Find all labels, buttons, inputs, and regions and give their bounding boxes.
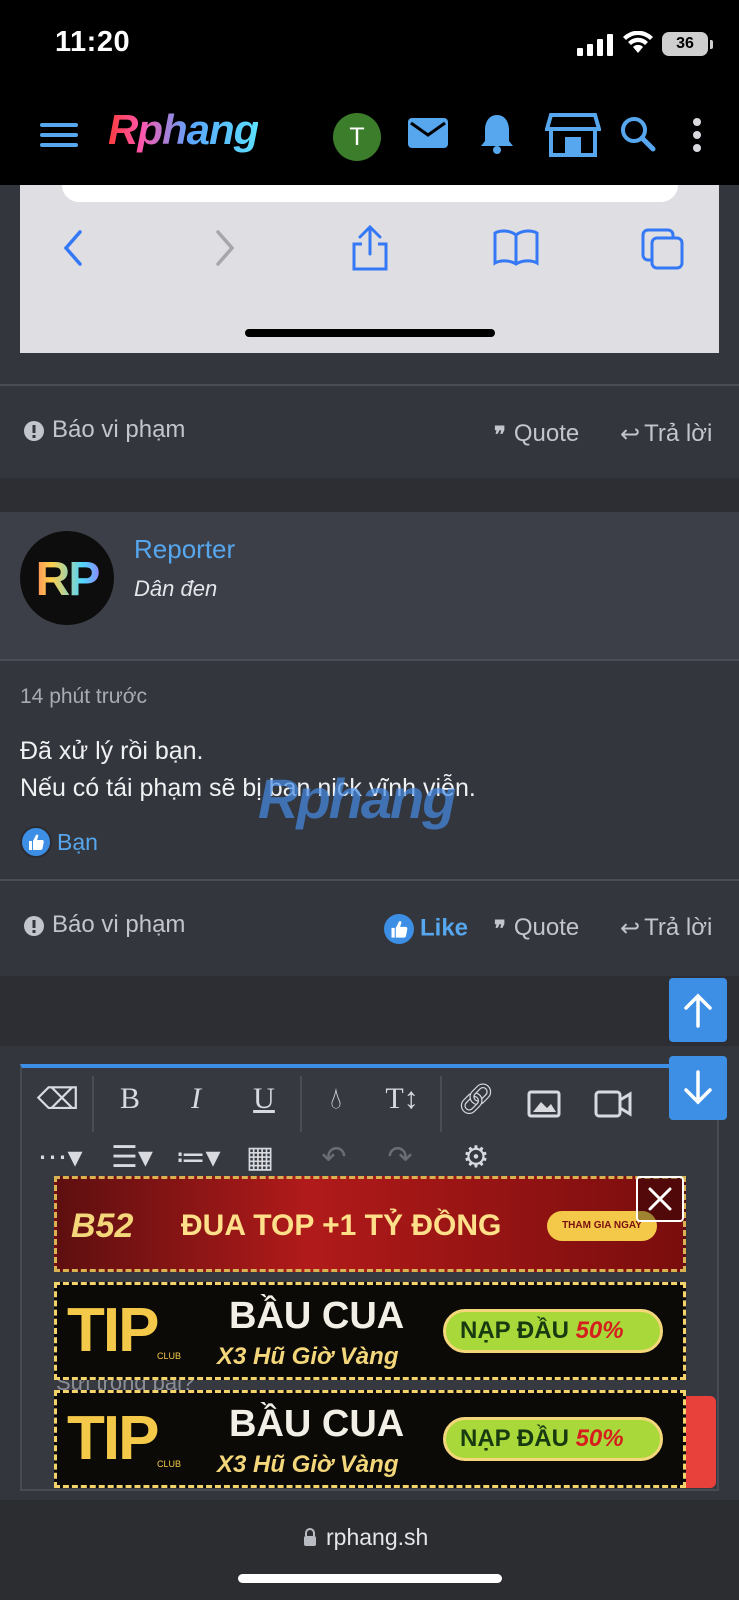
italic-icon[interactable]: I [174, 1082, 218, 1116]
store-icon[interactable] [545, 111, 601, 159]
like-reaction-icon [20, 826, 52, 858]
alert-icon [24, 915, 44, 936]
text-color-icon[interactable]: 💧︎ [314, 1082, 358, 1116]
ad-brand-sub: CLUB [157, 1351, 182, 1361]
reply-button[interactable]: ↩ Trả lời [620, 420, 712, 449]
mail-icon[interactable] [407, 117, 449, 149]
bold-icon[interactable]: B [108, 1082, 152, 1116]
like-icon [384, 914, 414, 944]
tabs-icon [641, 228, 685, 270]
reply-label: Trả lời [644, 420, 713, 447]
ad-cta-pct: 50% [575, 1425, 624, 1452]
reply-icon: ↩ [620, 915, 641, 943]
ad-cta-pct: 50% [575, 1317, 624, 1344]
ad-cta-prefix: NẠP ĐẦU [460, 1317, 569, 1344]
close-ad-icon[interactable] [636, 1176, 684, 1222]
align-icon[interactable]: ☰▾ [106, 1140, 158, 1175]
link-icon[interactable]: 🔗︎ [454, 1082, 498, 1117]
image-icon[interactable] [527, 1090, 561, 1118]
battery-nub [710, 40, 713, 49]
url-text[interactable]: rphang.sh [326, 1524, 428, 1551]
quote-label: Quote [513, 420, 580, 447]
report-link[interactable]: Báo vi phạm [24, 911, 185, 939]
post-body-line: Đã xử lý rồi bạn. [20, 737, 204, 765]
table-icon[interactable]: ▦ [238, 1140, 282, 1175]
divider [0, 384, 739, 386]
ad-title: BẦU CUA [229, 1403, 405, 1445]
ad-cta-prefix: NẠP ĐẦU [460, 1425, 569, 1452]
embedded-home-indicator [245, 329, 495, 337]
forward-arrow-icon [214, 230, 236, 266]
ad-banner-b52[interactable]: B52 ĐUA TOP +1 TỶ ĐỒNG THAM GIA NGAY [54, 1176, 686, 1272]
author-name[interactable]: Reporter [134, 534, 235, 565]
section-gap [0, 976, 739, 1046]
eraser-icon[interactable]: ⌫ [36, 1082, 80, 1117]
undo-icon[interactable]: ↶ [312, 1140, 356, 1175]
site-logo[interactable]: Rphang [108, 106, 259, 154]
logo-watermark: Rphang [258, 767, 456, 830]
search-icon[interactable] [620, 116, 656, 152]
lock-icon [303, 1528, 317, 1546]
embedded-address-bar [62, 185, 678, 202]
hamburger-menu-icon[interactable] [40, 121, 78, 149]
redo-icon[interactable]: ↷ [378, 1140, 422, 1175]
bookmarks-icon [492, 228, 540, 266]
alert-icon [24, 420, 44, 441]
ad-subtitle: X3 Hũ Giờ Vàng [217, 1343, 399, 1370]
ad-banner-tip[interactable]: TIP CLUB BẦU CUA X3 Hũ Giờ Vàng NẠP ĐẦU … [54, 1282, 686, 1380]
quote-icon: ❞ [494, 421, 506, 447]
cellular-signal-icon [577, 34, 613, 56]
back-arrow-icon [62, 230, 84, 266]
ad-title: BẦU CUA [229, 1295, 405, 1337]
quote-button[interactable]: ❞ Quote [494, 420, 579, 448]
user-title: Dân đen [134, 576, 218, 601]
divider [0, 879, 739, 881]
scroll-to-bottom-button[interactable] [669, 1056, 727, 1120]
more-formatting-icon[interactable]: ⋯▾ [34, 1140, 86, 1175]
ad-headline: ĐUA TOP +1 TỶ ĐỒNG [181, 1209, 502, 1242]
settings-gear-icon[interactable]: ⚙ [454, 1140, 498, 1175]
ad-brand: B52 [71, 1207, 134, 1245]
reply-icon: ↩ [620, 421, 641, 449]
report-label: Báo vi phạm [52, 911, 186, 938]
ad-brand: TIP [67, 1404, 159, 1473]
reply-button[interactable]: ↩ Trả lời [620, 914, 712, 943]
post-separator [0, 478, 739, 512]
toolbar-separator [440, 1076, 442, 1132]
video-icon[interactable] [594, 1090, 632, 1118]
like-button[interactable]: Like [384, 914, 468, 944]
report-link[interactable]: Báo vi phạm [24, 416, 185, 444]
reaction-users[interactable]: Bạn [57, 829, 98, 856]
list-icon[interactable]: ≔▾ [172, 1140, 224, 1175]
notification-bell-icon[interactable] [479, 113, 515, 155]
wifi-icon [622, 31, 654, 55]
home-indicator [238, 1574, 502, 1583]
status-time: 11:20 [55, 26, 131, 58]
font-size-icon[interactable]: T↕ [372, 1082, 432, 1116]
ad-subtitle: X3 Hũ Giờ Vàng [217, 1451, 399, 1478]
battery-indicator: 36 [662, 32, 708, 56]
ad-brand-sub: CLUB [157, 1459, 182, 1469]
quote-label: Quote [513, 914, 580, 941]
divider [0, 659, 739, 661]
ad-brand: TIP [67, 1296, 159, 1365]
ad-banner-tip[interactable]: TIP CLUB BẦU CUA X3 Hũ Giờ Vàng NẠP ĐẦU … [54, 1390, 686, 1488]
post-timestamp[interactable]: 14 phút trước [20, 685, 147, 709]
underline-icon[interactable]: U [242, 1082, 286, 1116]
reply-label: Trả lời [644, 914, 713, 941]
ad-cta: NẠP ĐẦU 50% [443, 1417, 663, 1461]
quote-icon: ❞ [494, 915, 506, 941]
toolbar-separator [92, 1076, 94, 1132]
scroll-to-top-button[interactable] [669, 978, 727, 1042]
author-avatar-text: RP [20, 552, 114, 607]
quote-button[interactable]: ❞ Quote [494, 914, 579, 942]
share-icon [350, 224, 390, 272]
ad-cta: NẠP ĐẦU 50% [443, 1309, 663, 1353]
report-label: Báo vi phạm [52, 416, 186, 443]
more-options-icon[interactable] [692, 117, 702, 153]
user-avatar[interactable]: T [333, 113, 381, 161]
like-label: Like [420, 914, 469, 942]
toolbar-separator [300, 1076, 302, 1132]
